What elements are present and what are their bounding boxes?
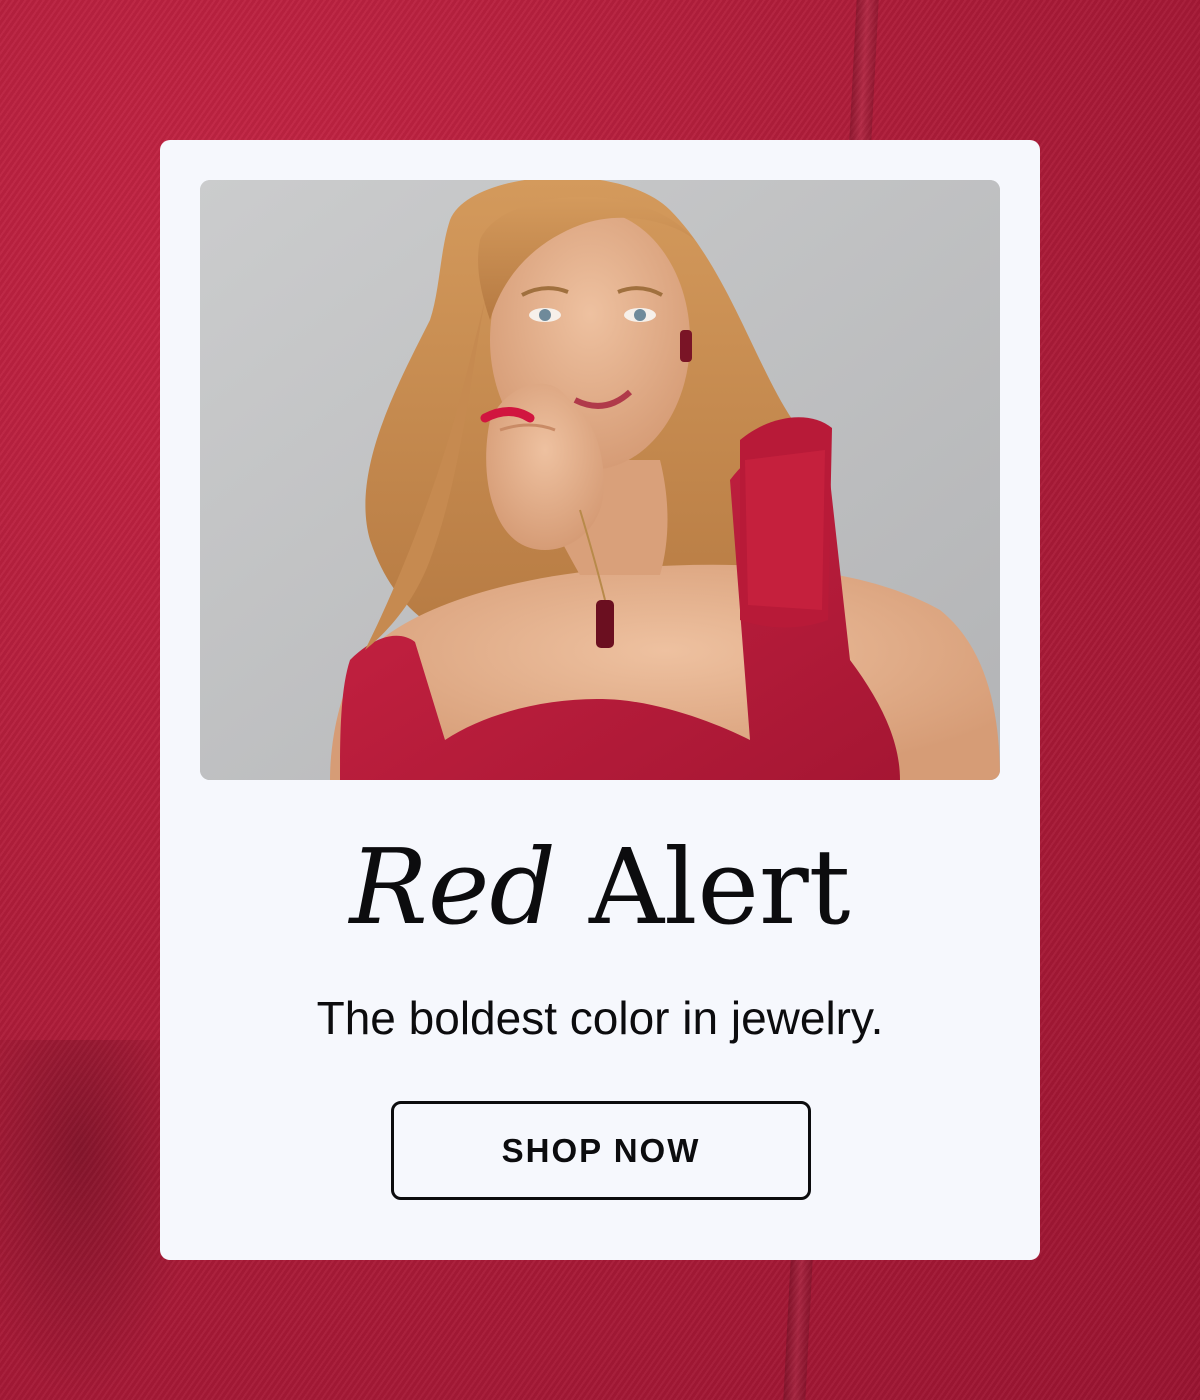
model-photo[interactable] [200, 180, 1000, 780]
shop-now-button[interactable]: SHOP NOW [391, 1101, 811, 1200]
woman-in-red-dress-illustration [200, 180, 1000, 780]
headline: Red Alert [160, 822, 1040, 952]
subheadline: The boldest color in jewelry. [316, 992, 884, 1044]
headline-regular-word: Alert [589, 826, 851, 948]
promo-card: Red Alert The boldest color in jewelry. … [160, 140, 1040, 1260]
headline-italic-word: Red [349, 826, 556, 948]
